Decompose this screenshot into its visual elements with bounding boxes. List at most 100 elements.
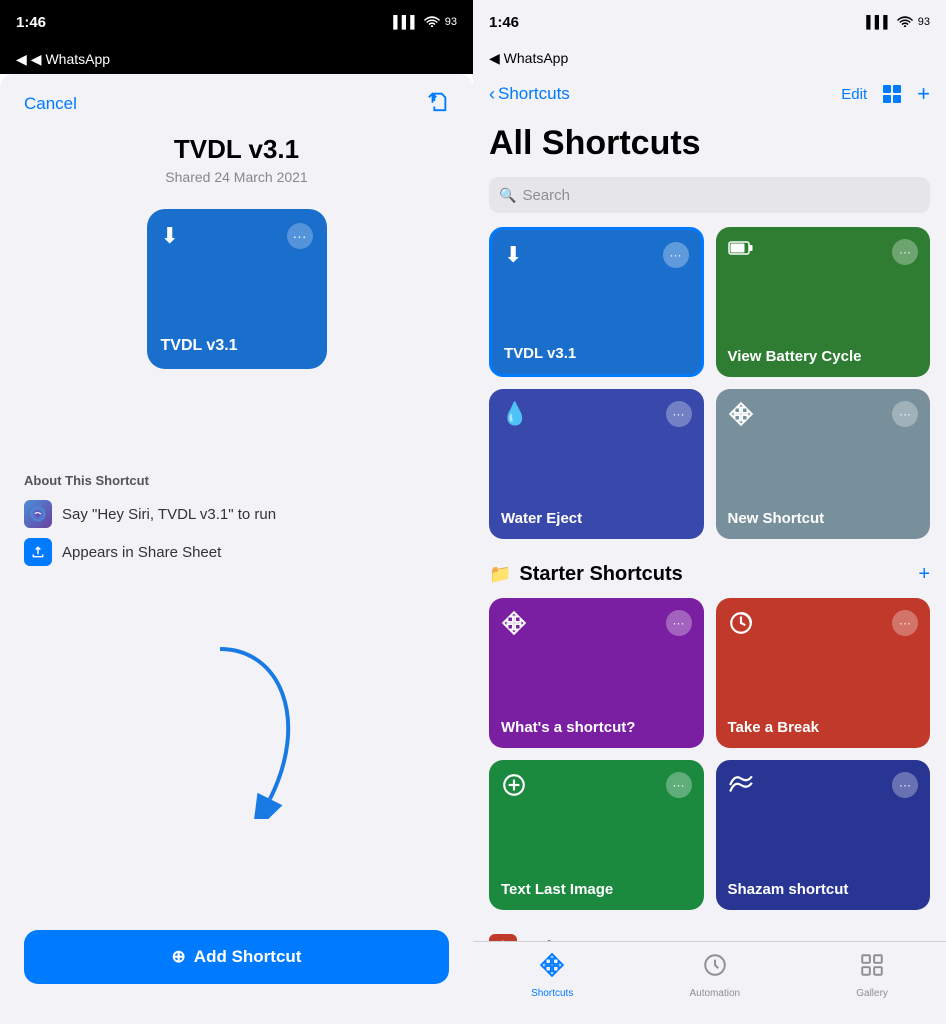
left-status-bar: 1:46 ▌▌▌ 93 <box>0 0 473 44</box>
shortcuts-back-label: Shortcuts <box>498 84 570 104</box>
new-label: New Shortcut <box>728 510 919 527</box>
automation-tab-label: Automation <box>689 988 740 999</box>
section-header-left: 📁 Starter Shortcuts <box>489 563 683 586</box>
shortcuts-back-button[interactable]: ‹ Shortcuts <box>489 84 570 105</box>
add-plus-icon: ⊕ <box>172 947 186 967</box>
modal-subtitle: Shared 24 March 2021 <box>165 169 307 185</box>
tile-top: ··· <box>728 772 919 804</box>
water-more-button[interactable]: ··· <box>666 401 692 427</box>
right-status-icons: ▌▌▌ 93 <box>866 15 930 30</box>
gallery-tab-icon <box>859 952 885 985</box>
shazam-more-button[interactable]: ··· <box>892 772 918 798</box>
shortcuts-nav-right: Edit + <box>841 81 930 107</box>
tile-top: ··· <box>501 772 692 804</box>
modal-title: TVDL v3.1 <box>174 134 299 165</box>
shazam-icon <box>728 772 754 804</box>
siri-text: Say "Hey Siri, TVDL v3.1" to run <box>62 506 276 523</box>
shortcut-tile-break[interactable]: ··· Take a Break <box>716 598 931 748</box>
card-more-button[interactable]: ··· <box>287 223 313 249</box>
tab-gallery[interactable]: Gallery <box>856 952 888 999</box>
tile-top: ··· <box>501 610 692 642</box>
water-icon: 💧 <box>501 401 528 427</box>
add-shortcut-button[interactable]: ⊕ Add Shortcut <box>24 930 449 984</box>
right-panel: 1:46 ▌▌▌ 93 ◀ WhatsApp ‹ Shortcuts <box>473 0 946 1024</box>
card-top-row: ⬇ ··· <box>161 223 313 249</box>
about-title: About This Shortcut <box>24 473 449 488</box>
new-shortcut-icon <box>728 401 754 433</box>
back-arrow-icon: ◀ <box>16 51 27 68</box>
modal-top-bar: Cancel <box>24 90 449 118</box>
tile-top: 💧 ··· <box>501 401 692 427</box>
tvdl-more-button[interactable]: ··· <box>663 242 689 268</box>
grid-view-button[interactable] <box>883 85 901 103</box>
search-placeholder: Search <box>522 187 570 204</box>
wifi-icon <box>424 15 440 30</box>
whats-icon <box>501 610 527 642</box>
left-back-nav[interactable]: ◀ ◀ WhatsApp <box>0 44 473 74</box>
right-back-nav[interactable]: ◀ WhatsApp <box>473 44 946 72</box>
signal-icon: ▌▌▌ <box>393 15 419 29</box>
voice-memos-left: Voice Memos <box>489 934 639 941</box>
battery-icon: 93 <box>445 16 457 28</box>
shortcut-tile-water[interactable]: 💧 ··· Water Eject <box>489 389 704 539</box>
new-more-button[interactable]: ··· <box>892 401 918 427</box>
card-download-icon: ⬇ <box>161 223 179 249</box>
starter-grid: ··· What's a shortcut? ··· Take a <box>489 598 930 910</box>
edit-button[interactable]: Edit <box>841 86 867 103</box>
shortcut-tile-shazam[interactable]: ··· Shazam shortcut <box>716 760 931 910</box>
voice-memos-row: Voice Memos See All <box>489 934 930 941</box>
folder-icon: 📁 <box>489 564 511 585</box>
shortcut-tile-battery[interactable]: ··· View Battery Cycle <box>716 227 931 377</box>
right-time: 1:46 <box>489 14 519 31</box>
starter-add-button[interactable]: + <box>918 563 930 586</box>
shortcut-tile-new[interactable]: ··· New Shortcut <box>716 389 931 539</box>
battery-label: View Battery Cycle <box>728 348 919 365</box>
shazam-label: Shazam shortcut <box>728 881 919 898</box>
shortcut-tile-textimg[interactable]: ··· Text Last Image <box>489 760 704 910</box>
add-shortcut-label: Add Shortcut <box>194 947 302 967</box>
break-more-button[interactable]: ··· <box>892 610 918 636</box>
tile-top: ··· <box>728 239 919 265</box>
left-time: 1:46 <box>16 14 46 31</box>
left-status-icons: ▌▌▌ 93 <box>393 15 457 30</box>
shortcuts-nav: ‹ Shortcuts Edit + <box>473 72 946 116</box>
page-content: All Shortcuts 🔍 Search ⬇ ··· TVDL v3.1 <box>473 116 946 941</box>
page-heading: All Shortcuts <box>489 124 930 163</box>
modal-content: Cancel TVDL v3.1 Shared 24 March 2021 ⬇ … <box>0 74 473 1024</box>
whats-label: What's a shortcut? <box>501 719 692 736</box>
water-label: Water Eject <box>501 510 692 527</box>
tvdl-icon: ⬇ <box>504 242 522 268</box>
cancel-button[interactable]: Cancel <box>24 94 77 114</box>
card-label: TVDL v3.1 <box>161 337 313 355</box>
battery-more-button[interactable]: ··· <box>892 239 918 265</box>
tvdl-label: TVDL v3.1 <box>504 345 689 362</box>
shortcut-card[interactable]: ⬇ ··· TVDL v3.1 <box>147 209 327 369</box>
siri-icon <box>24 500 52 528</box>
right-wifi-icon <box>897 15 913 30</box>
gallery-tab-label: Gallery <box>856 988 888 999</box>
whats-more-button[interactable]: ··· <box>666 610 692 636</box>
voice-memos-icon <box>489 934 517 941</box>
search-icon: 🔍 <box>499 187 516 204</box>
shortcuts-grid: ⬇ ··· TVDL v3.1 ··· Vie <box>489 227 930 539</box>
shortcut-tile-whats[interactable]: ··· What's a shortcut? <box>489 598 704 748</box>
right-back-arrow-icon: ◀ WhatsApp <box>489 50 568 67</box>
siri-row: Say "Hey Siri, TVDL v3.1" to run <box>24 500 449 528</box>
starter-section-header: 📁 Starter Shortcuts + <box>489 563 930 586</box>
about-section: About This Shortcut Say "Hey Siri, TVDL … <box>24 473 449 576</box>
right-battery-icon: 93 <box>918 16 930 28</box>
starter-title: Starter Shortcuts <box>519 563 682 586</box>
shortcut-tile-tvdl[interactable]: ⬇ ··· TVDL v3.1 <box>489 227 704 377</box>
automation-tab-icon <box>702 952 728 985</box>
share-sheet-text: Appears in Share Sheet <box>62 544 221 561</box>
tab-shortcuts[interactable]: Shortcuts <box>531 952 573 999</box>
search-bar[interactable]: 🔍 Search <box>489 177 930 213</box>
share-sheet-icon <box>24 538 52 566</box>
share-icon[interactable] <box>427 90 449 118</box>
arrow-overlay <box>200 639 320 824</box>
tab-automation[interactable]: Automation <box>689 952 740 999</box>
textimg-more-button[interactable]: ··· <box>666 772 692 798</box>
add-shortcut-nav-button[interactable]: + <box>917 81 930 107</box>
shortcuts-tab-label: Shortcuts <box>531 988 573 999</box>
back-nav-label: ◀ WhatsApp <box>31 51 110 68</box>
